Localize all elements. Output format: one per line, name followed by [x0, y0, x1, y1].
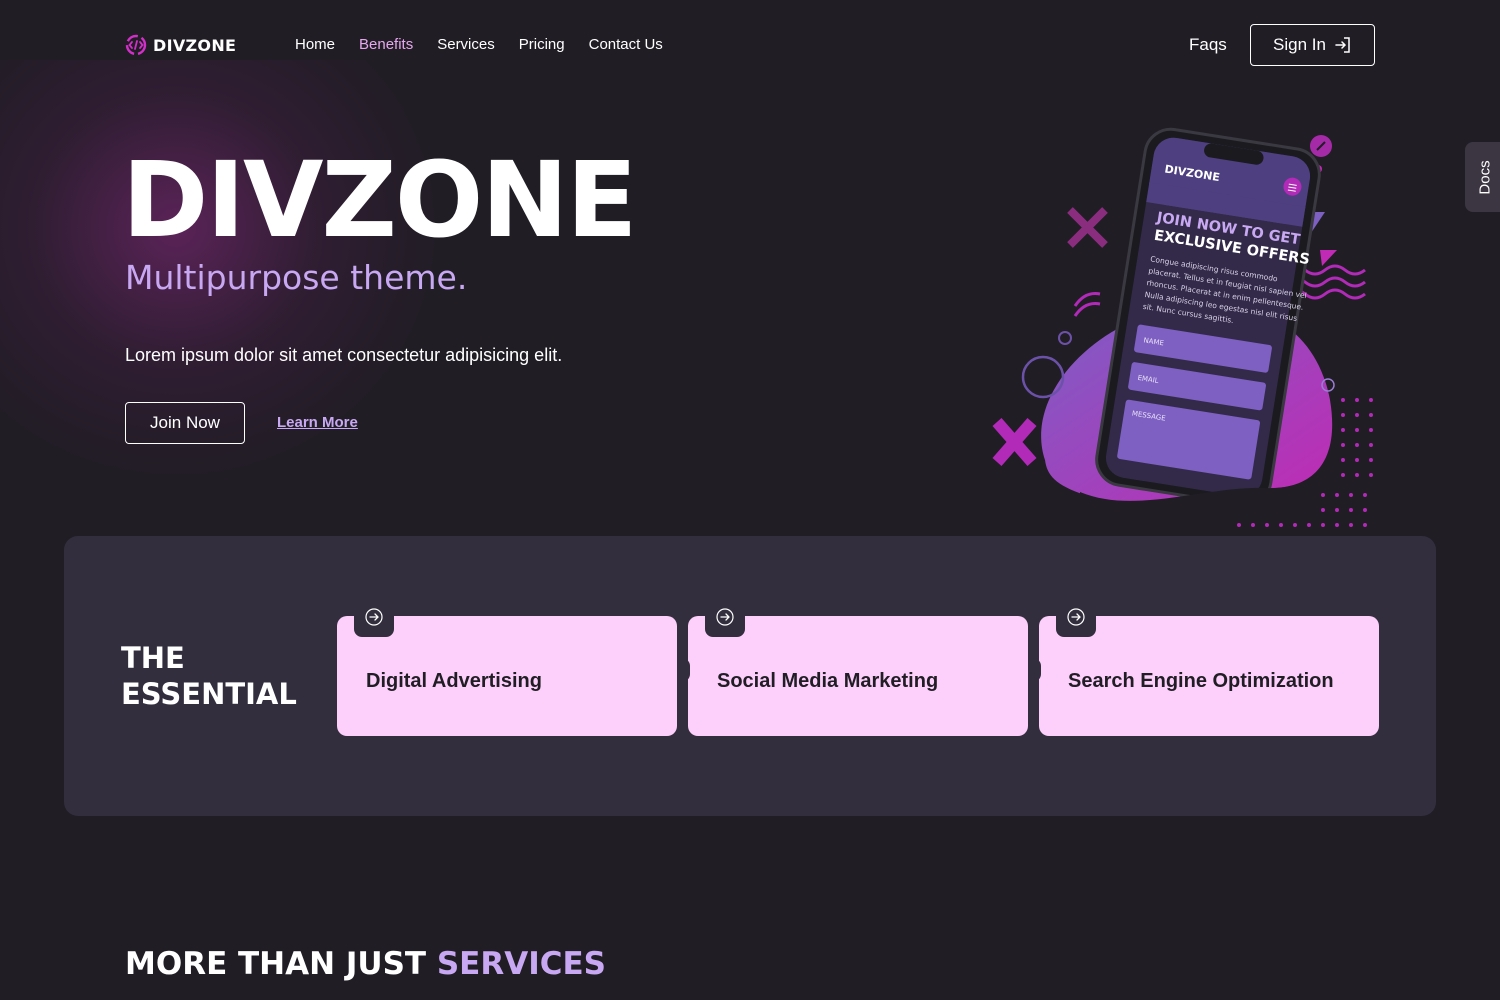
- navbar: DIVZONE Home Benefits Services Pricing C…: [0, 0, 1500, 90]
- nav-link-benefits[interactable]: Benefits: [359, 36, 413, 53]
- arrow-right-icon: [716, 608, 734, 626]
- arrow-right-icon: [1067, 608, 1085, 626]
- arrow-right-icon: [365, 608, 383, 626]
- more-than-services-heading: MORE THAN JUST SERVICES: [125, 946, 606, 982]
- nav-link-home[interactable]: Home: [295, 36, 335, 53]
- essential-heading-line2: ESSENTIAL: [121, 677, 297, 711]
- more-heading-accent: SERVICES: [436, 946, 606, 982]
- cross-decoration-solid: [992, 418, 1037, 466]
- card-notch: [677, 658, 690, 682]
- essential-heading: THE ESSENTIAL: [121, 640, 297, 712]
- brand-logo[interactable]: DIVZONE: [125, 34, 236, 56]
- sign-in-label: Sign In: [1273, 35, 1326, 54]
- card-arrow-button[interactable]: [705, 597, 745, 637]
- logo-mark-icon: [125, 34, 147, 56]
- join-now-button[interactable]: Join Now: [125, 402, 245, 444]
- essential-heading-line1: THE: [121, 641, 185, 675]
- cross-decoration-outline: [1067, 207, 1108, 248]
- card-title: Search Engine Optimization: [1068, 670, 1334, 692]
- learn-more-link[interactable]: Learn More: [277, 414, 358, 431]
- card-arrow-button[interactable]: [1056, 597, 1096, 637]
- hero-phone-illustration: DIVZONE JOIN NOW TO GET EXCLUSIVE OFFERS…: [992, 127, 1373, 557]
- main-nav: Home Benefits Services Pricing Contact U…: [295, 36, 663, 53]
- hero-description: Lorem ipsum dolor sit amet consectetur a…: [125, 345, 563, 365]
- card-notch: [1028, 658, 1041, 682]
- docs-tab[interactable]: Docs: [1465, 142, 1500, 212]
- sign-in-icon: [1335, 37, 1350, 53]
- nav-link-pricing[interactable]: Pricing: [519, 36, 565, 53]
- more-heading-prefix: MORE THAN JUST: [125, 946, 437, 982]
- docs-tab-label: Docs: [1476, 159, 1494, 195]
- card-arrow-button[interactable]: [354, 597, 394, 637]
- hero-subtitle: Multipurpose theme.: [125, 258, 468, 297]
- faqs-link[interactable]: Faqs: [1189, 35, 1227, 55]
- card-title: Social Media Marketing: [717, 670, 939, 692]
- nav-link-contact[interactable]: Contact Us: [589, 36, 663, 53]
- nav-link-services[interactable]: Services: [437, 36, 495, 53]
- ring-decoration: [1021, 355, 1065, 399]
- sign-in-button[interactable]: Sign In: [1250, 24, 1375, 66]
- service-card-digital-advertising[interactable]: Digital Advertising: [337, 597, 677, 736]
- hero-title: DIVZONE: [122, 139, 637, 261]
- card-title: Digital Advertising: [366, 670, 542, 692]
- service-card-social-media-marketing[interactable]: Social Media Marketing: [677, 597, 1028, 736]
- service-card-seo[interactable]: Search Engine Optimization: [1028, 597, 1379, 736]
- brand-name: DIVZONE: [153, 35, 237, 55]
